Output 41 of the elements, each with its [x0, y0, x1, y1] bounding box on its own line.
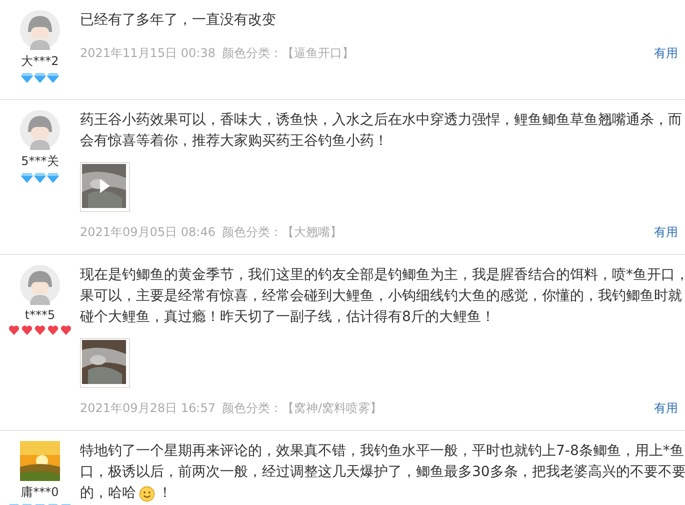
useful-link[interactable]: 有用	[654, 45, 678, 62]
review-date: 2021年09月28日 16:57	[80, 400, 216, 417]
color-label: 颜色分类：	[222, 400, 282, 417]
diamond-icon	[47, 73, 59, 83]
smiley-icon	[139, 486, 155, 502]
user-name: 大***2	[21, 53, 59, 70]
review-text: 药王谷小药效果可以，香味大，诱鱼快，入水之后在水中穿透力强悍，鲤鱼鲫鱼草鱼翘嘴通杀，而	[80, 111, 682, 130]
user-name: 庸***0	[21, 484, 59, 501]
color-label: 颜色分类：	[222, 45, 282, 62]
review-text: 口，极诱以后，前两次一般，经过调整这几天爆护了，鲫鱼最多30多条，把我老婆高兴的不要不要	[80, 463, 685, 482]
diamond-icon	[34, 173, 46, 183]
heart-icon	[34, 325, 46, 335]
heart-icon	[21, 325, 33, 335]
diamond-icon	[34, 73, 46, 83]
user-name: 5***关	[21, 153, 59, 170]
diamond-icon	[47, 173, 59, 183]
review-text: 碰个大鲤鱼，真过瘾！昨天切了一副子线，估计得有8斤的大鲤鱼！	[80, 308, 495, 327]
review-text: 已经有了多年了，一直没有改变	[80, 11, 276, 30]
review-text: 特地钓了一个星期再来评论的，效果真不错，我钓鱼水平一般，平时也就钓上7-8条鲫鱼，用上*鱼	[80, 442, 684, 461]
useful-link[interactable]: 有用	[654, 224, 678, 241]
review-date: 2021年11月15日 00:38	[80, 45, 216, 62]
avatar-icon	[20, 110, 60, 150]
useful-link[interactable]: 有用	[654, 400, 678, 417]
color-value: 【大翘嘴】	[282, 224, 342, 241]
review-date: 2021年09月05日 08:46	[80, 224, 216, 241]
avatar-icon	[20, 10, 60, 50]
user-name: t***5	[24, 308, 56, 322]
review-text: 现在是钓鲫鱼的黄金季节，我们这里的钓友全部是钓鲫鱼为主，我是腥香结合的饵料，喷*鱼开口，	[80, 266, 685, 285]
avatar-icon	[20, 265, 60, 305]
review-text: 会有惊喜等着你，推荐大家购买药王谷钓鱼小药！	[80, 132, 388, 151]
color-value: 【逼鱼开口】	[282, 45, 354, 62]
color-value: 【窝神/窝料喷雾】	[282, 400, 382, 417]
color-label: 颜色分类：	[222, 224, 282, 241]
diamond-icon	[21, 73, 33, 83]
heart-icon	[47, 325, 59, 335]
diamond-icon	[21, 173, 33, 183]
heart-icon	[60, 325, 72, 335]
review-text: 果可以，主要是经常有惊喜，经常会碰到大鲤鱼，小钩细线钓大鱼的感觉，你懂的，我钓鲫鱼时就	[80, 287, 682, 306]
review-text: 的，哈哈	[80, 484, 136, 503]
review-text: ！	[158, 484, 172, 503]
heart-icon	[8, 325, 20, 335]
